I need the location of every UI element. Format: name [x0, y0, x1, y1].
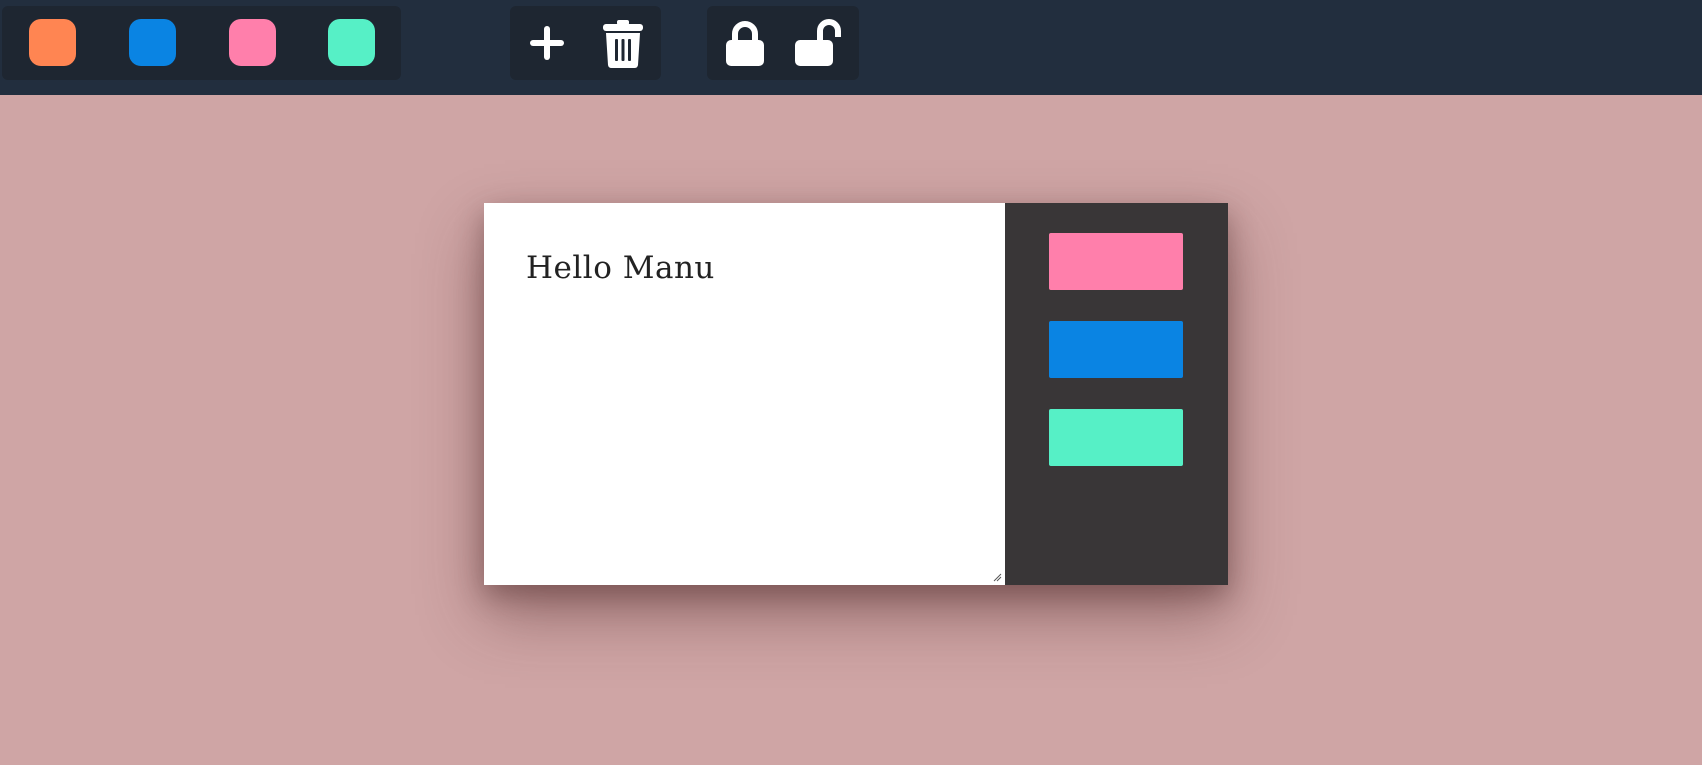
toolbar [0, 0, 1702, 95]
plus-icon [530, 26, 564, 60]
add-note-button[interactable] [522, 18, 572, 68]
edit-action-group [510, 6, 661, 80]
note-color-option-blue[interactable] [1049, 321, 1183, 378]
color-swatch-mint[interactable] [328, 19, 375, 66]
lock-action-group [707, 6, 859, 80]
lock-button[interactable] [720, 18, 770, 68]
color-swatch-group [2, 6, 401, 80]
trash-icon [603, 20, 643, 68]
note-textarea[interactable]: Hello Manu [484, 203, 1005, 585]
note-color-option-pink[interactable] [1049, 233, 1183, 290]
sticky-note: Hello Manu [484, 203, 1228, 585]
color-swatch-blue[interactable] [129, 19, 176, 66]
resize-handle-icon[interactable] [992, 572, 1002, 582]
note-text: Hello Manu [526, 250, 715, 286]
note-color-sidebar [1005, 203, 1228, 585]
delete-note-button[interactable] [598, 18, 648, 68]
note-color-option-mint[interactable] [1049, 409, 1183, 466]
color-swatch-pink[interactable] [229, 19, 276, 66]
color-swatch-orange[interactable] [29, 19, 76, 66]
unlock-icon [795, 19, 841, 66]
unlock-button[interactable] [793, 18, 843, 68]
lock-icon [726, 21, 764, 66]
